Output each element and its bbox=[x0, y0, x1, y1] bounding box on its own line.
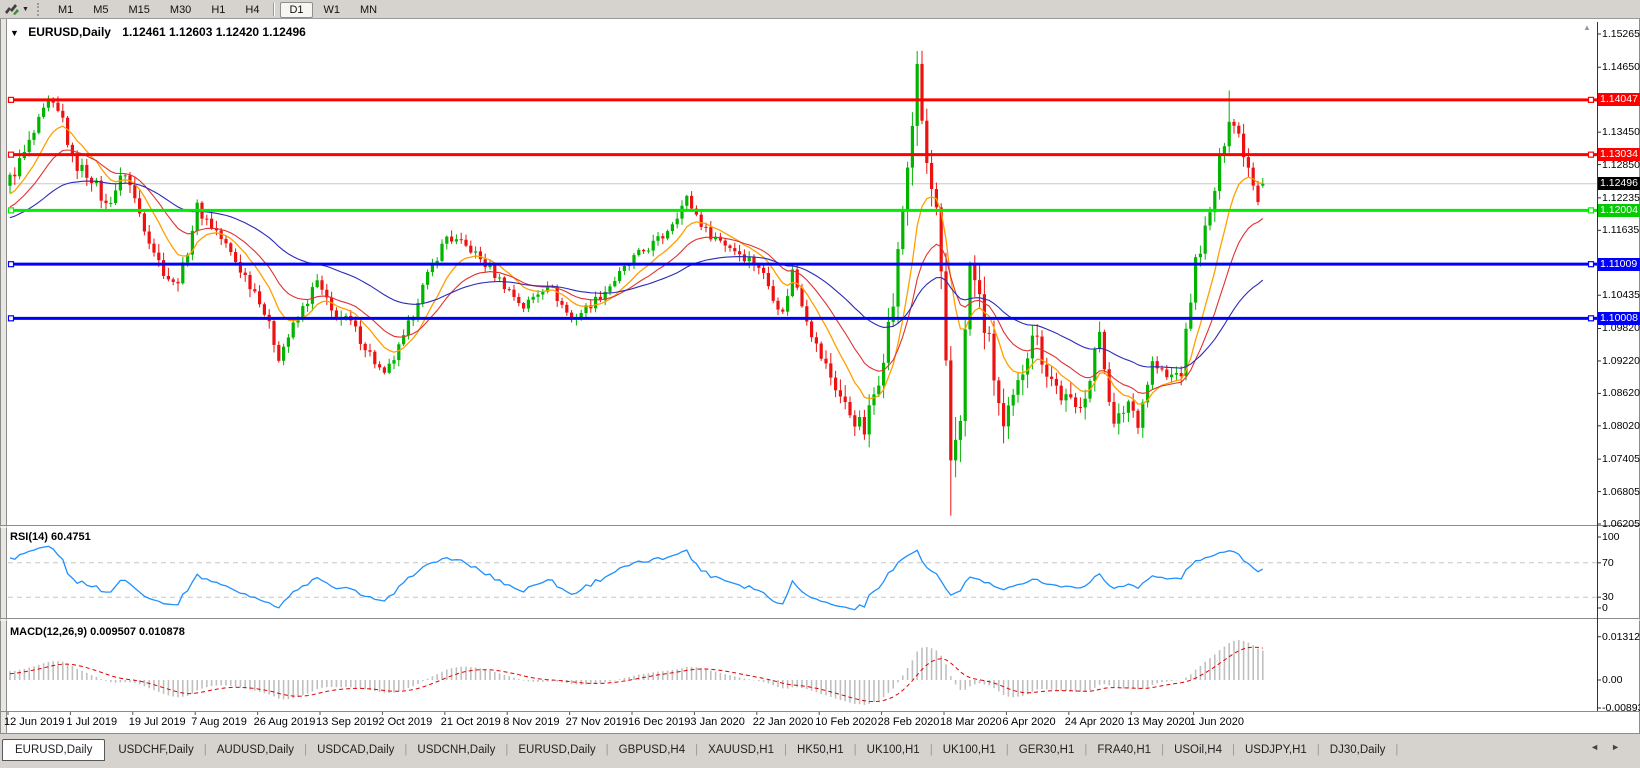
chart-tab-eurusd-daily[interactable]: EURUSD,Daily bbox=[2, 739, 106, 761]
mt4-window: ▼ M1 M5 M15 M30 H1 H4 D1 W1 MN ▼ EURUSD,Daily 1.… bbox=[0, 0, 1640, 768]
line-handle[interactable] bbox=[1587, 315, 1595, 322]
chart-tab-dj30-daily[interactable]: DJ30,Daily bbox=[1321, 740, 1395, 760]
line-handle[interactable] bbox=[1587, 96, 1595, 103]
line-handle[interactable] bbox=[1587, 261, 1595, 268]
tab-separator: | bbox=[1161, 744, 1165, 756]
chart-tab-usoil-h4[interactable]: USOil,H4 bbox=[1165, 740, 1231, 760]
date-axis-label: 1 Jul 2019 bbox=[66, 716, 118, 728]
date-axis-label: 13 Sep 2019 bbox=[316, 716, 379, 728]
collapse-triangle-icon[interactable]: ▼ bbox=[10, 28, 19, 38]
tab-separator: | bbox=[929, 744, 933, 756]
tab-scroll-left-icon[interactable]: ◄ bbox=[1590, 742, 1611, 752]
date-axis-label: 8 Nov 2019 bbox=[503, 716, 560, 728]
chart-title-symbol: EURUSD,Daily bbox=[28, 25, 111, 39]
rsi-axis-tick: 0 bbox=[1602, 602, 1608, 614]
chart-tab-usdcad-daily[interactable]: USDCAD,Daily bbox=[308, 740, 403, 760]
line-handle[interactable] bbox=[7, 261, 15, 268]
chart-tab-bar: EURUSD,Daily USDCHF,Daily | AUDUSD,Daily | US… bbox=[2, 737, 1594, 763]
chart-tab-uk100-h1[interactable]: UK100,H1 bbox=[858, 740, 929, 760]
tab-separator: | bbox=[304, 744, 308, 756]
price-axis-tick: 1.06805 bbox=[1602, 485, 1640, 498]
tab-separator: | bbox=[1316, 744, 1320, 756]
date-axis-label: 16 Dec 2019 bbox=[628, 716, 691, 728]
chart-tab-xauusd-h1[interactable]: XAUUSD,H1 bbox=[699, 740, 783, 760]
date-axis-label: 6 Apr 2020 bbox=[1002, 716, 1056, 728]
line-handle[interactable] bbox=[7, 151, 15, 158]
price-axis-tick: 1.11635 bbox=[1602, 224, 1640, 237]
tab-separator: | bbox=[404, 744, 408, 756]
chart-tab-usdjpy-h1[interactable]: USDJPY,H1 bbox=[1236, 740, 1316, 760]
date-axis-label: 7 Aug 2019 bbox=[191, 716, 247, 728]
price-axis-tick: 1.07405 bbox=[1602, 453, 1640, 466]
rsi-axis-tick: 100 bbox=[1602, 531, 1620, 543]
tab-separator: | bbox=[1084, 744, 1088, 756]
date-axis-label: 27 Nov 2019 bbox=[565, 716, 628, 728]
date-axis-label: 10 Feb 2020 bbox=[815, 716, 877, 728]
price-axis-tick: 1.09220 bbox=[1602, 354, 1640, 367]
chart-tab-usdchf-daily[interactable]: USDCHF,Daily bbox=[109, 740, 202, 760]
date-axis-label: 13 May 2020 bbox=[1127, 716, 1191, 728]
tab-separator: | bbox=[853, 744, 857, 756]
date-axis-label: 1 Jun 2020 bbox=[1189, 716, 1245, 728]
tab-separator: | bbox=[505, 744, 509, 756]
price-axis-tick: 1.08020 bbox=[1602, 419, 1640, 432]
line-handle[interactable] bbox=[7, 207, 15, 214]
chart-tab-ger30-h1[interactable]: GER30,H1 bbox=[1010, 740, 1084, 760]
price-badge: 1.10008 bbox=[1598, 311, 1640, 325]
price-axis-tick: 1.08620 bbox=[1602, 387, 1640, 400]
date-axis-label: 24 Apr 2020 bbox=[1064, 716, 1125, 728]
tab-separator: | bbox=[1232, 744, 1235, 756]
tab-separator: | bbox=[695, 744, 699, 756]
chart-scroll-marker[interactable]: ▲ bbox=[1583, 23, 1591, 32]
price-axis-tick: 1.12235 bbox=[1602, 191, 1640, 204]
price-axis-tick: 1.06205 bbox=[1602, 518, 1640, 530]
date-axis-label: 12 Jun 2019 bbox=[4, 716, 65, 728]
chart-tab-gbpusd-h4[interactable]: GBPUSD,H4 bbox=[610, 740, 694, 760]
price-badge: 1.12496 bbox=[1598, 177, 1640, 191]
tab-separator: | bbox=[605, 744, 609, 756]
tab-separator: | bbox=[1005, 744, 1009, 756]
price-badge: 1.12004 bbox=[1598, 203, 1640, 217]
date-axis-label: 26 Aug 2019 bbox=[253, 716, 316, 728]
price-badge: 1.13034 bbox=[1598, 148, 1640, 162]
macd-pane-label: MACD(12,26,9) 0.009507 0.010878 bbox=[10, 626, 185, 638]
line-handle[interactable] bbox=[7, 315, 15, 322]
tab-scroll-right-icon[interactable]: ► bbox=[1611, 742, 1632, 752]
price-badge: 1.11009 bbox=[1598, 257, 1640, 271]
chart-tab-eurusd-daily[interactable]: EURUSD,Daily bbox=[509, 740, 604, 760]
chart-canvas[interactable] bbox=[0, 0, 1640, 768]
date-axis-label: 22 Jan 2020 bbox=[752, 716, 814, 728]
date-axis-label: 19 Jul 2019 bbox=[128, 716, 186, 728]
price-axis-tick: 1.14650 bbox=[1602, 61, 1640, 74]
macd-axis-tick: -0.008933 bbox=[1602, 702, 1640, 714]
chart-title-ohlc: 1.12461 1.12603 1.12420 1.12496 bbox=[122, 25, 306, 39]
rsi-axis-tick: 70 bbox=[1602, 556, 1614, 569]
chart-tab-audusd-daily[interactable]: AUDUSD,Daily bbox=[208, 740, 303, 760]
macd-axis-tick: 0.013121 bbox=[1602, 630, 1640, 643]
tab-separator: | bbox=[1395, 744, 1399, 756]
price-badge: 1.14047 bbox=[1598, 93, 1640, 107]
price-axis-tick: 1.13450 bbox=[1602, 126, 1640, 139]
chart-title: ▼ EURUSD,Daily 1.12461 1.12603 1.12420 1… bbox=[10, 25, 306, 39]
line-handle[interactable] bbox=[1587, 207, 1595, 214]
chart-tab-fra40-h1[interactable]: FRA40,H1 bbox=[1088, 740, 1160, 760]
macd-axis-tick: 0.00 bbox=[1602, 674, 1623, 686]
line-handle[interactable] bbox=[1587, 151, 1595, 158]
chart-tab-uk100-h1[interactable]: UK100,H1 bbox=[934, 740, 1005, 760]
tab-separator: | bbox=[783, 744, 787, 756]
price-axis-tick: 1.10435 bbox=[1602, 289, 1640, 302]
date-axis-label: 28 Feb 2020 bbox=[877, 716, 940, 728]
rsi-pane-label: RSI(14) 60.4751 bbox=[10, 531, 91, 543]
tab-separator: | bbox=[203, 744, 207, 756]
date-axis-label: 18 Mar 2020 bbox=[940, 716, 1002, 728]
chart-tab-hk50-h1[interactable]: HK50,H1 bbox=[788, 740, 853, 760]
price-axis-tick: 1.15265 bbox=[1602, 28, 1640, 40]
tab-scroll-arrows: ◄► bbox=[1590, 742, 1632, 752]
line-handle[interactable] bbox=[7, 96, 15, 103]
date-axis-label: 3 Jan 2020 bbox=[690, 716, 745, 728]
chart-tab-usdcnh-daily[interactable]: USDCNH,Daily bbox=[408, 740, 504, 760]
date-axis-label: 21 Oct 2019 bbox=[440, 716, 501, 728]
date-axis-label: 2 Oct 2019 bbox=[378, 716, 433, 728]
